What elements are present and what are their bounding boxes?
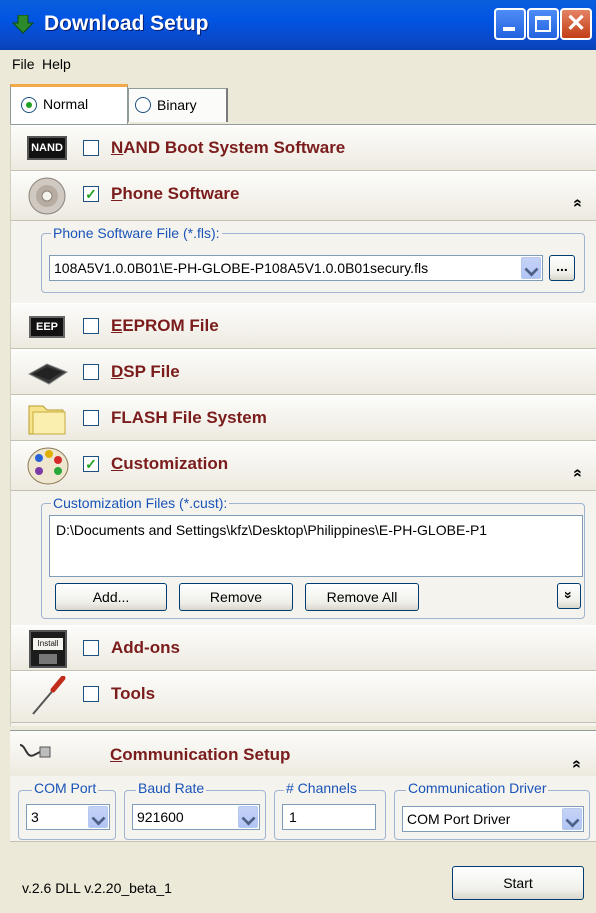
- tools-checkbox[interactable]: [83, 686, 99, 702]
- chevron-double-down-icon: »: [560, 591, 577, 599]
- phone-checkbox[interactable]: ✓: [83, 186, 99, 202]
- tab-binary[interactable]: Binary: [128, 88, 228, 122]
- section-addons[interactable]: Install Add-ons: [11, 625, 596, 671]
- section-phone-software[interactable]: ✓ Phone Software »: [11, 171, 596, 221]
- tab-normal[interactable]: Normal: [10, 84, 128, 124]
- install-disk-icon: Install: [29, 630, 67, 668]
- chevron-down-icon[interactable]: [562, 808, 582, 830]
- custom-files-list[interactable]: D:\Documents and Settings\kfz\Desktop\Ph…: [49, 515, 583, 577]
- chevron-down-icon[interactable]: [238, 806, 258, 828]
- section-eeprom[interactable]: EEP EEPROM File: [11, 303, 596, 349]
- minimize-icon: [503, 27, 515, 31]
- channels-label: # Channels: [284, 780, 359, 796]
- com-port-select[interactable]: 3: [26, 804, 110, 830]
- custom-collapse-icon[interactable]: »: [568, 469, 586, 478]
- menu-bar: File Help: [0, 50, 596, 78]
- maximize-icon: [535, 16, 551, 32]
- normal-tab-panel: NAND NAND Boot System Software ✓ Phone S…: [10, 124, 596, 726]
- version-label: v.2.6 DLL v.2.20_beta_1: [22, 880, 172, 896]
- eeprom-checkbox[interactable]: [83, 318, 99, 334]
- dsp-checkbox[interactable]: [83, 364, 99, 380]
- remove-all-button[interactable]: Remove All: [305, 583, 419, 611]
- close-button[interactable]: ✕: [560, 8, 592, 40]
- tab-binary-label: Binary: [157, 97, 197, 113]
- cable-plug-icon: [19, 744, 51, 758]
- menu-file[interactable]: File: [12, 56, 35, 72]
- custom-file-item[interactable]: D:\Documents and Settings\kfz\Desktop\Ph…: [56, 522, 487, 538]
- radio-binary[interactable]: [135, 97, 151, 113]
- radio-normal[interactable]: [21, 97, 37, 113]
- custom-checkbox[interactable]: ✓: [83, 456, 99, 472]
- expand-list-button[interactable]: »: [557, 583, 581, 609]
- phone-collapse-icon[interactable]: »: [568, 199, 586, 208]
- nand-label: NAND Boot System Software: [111, 138, 346, 157]
- tab-normal-label: Normal: [43, 96, 89, 112]
- com-port-label: COM Port: [32, 780, 99, 796]
- install-icon-label: Install: [33, 638, 63, 650]
- folder-icon: [28, 405, 66, 435]
- section-communication[interactable]: Communication Setup »: [10, 730, 596, 776]
- communication-content: COM Port 3 Baud Rate 921600 # Channels 1…: [10, 776, 596, 842]
- eeprom-label: EEPROM File: [111, 316, 219, 335]
- communication-label: Communication Setup: [110, 745, 291, 764]
- screwdriver-icon: [32, 676, 66, 715]
- section-tools[interactable]: Tools: [11, 671, 596, 723]
- title-bar: Download Setup ✕: [0, 0, 596, 50]
- custom-files-group-label: Customization Files (*.cust):: [51, 495, 230, 511]
- channels-value: 1: [289, 809, 297, 825]
- cd-disc-icon: [28, 177, 66, 215]
- chevron-down-icon[interactable]: [521, 257, 541, 279]
- window-title: Download Setup: [44, 12, 209, 35]
- chevron-down-icon[interactable]: [88, 806, 108, 828]
- channels-input[interactable]: 1: [282, 804, 376, 830]
- com-port-value: 3: [31, 809, 39, 825]
- nand-checkbox[interactable]: [83, 140, 99, 156]
- section-flash[interactable]: FLASH File System: [11, 395, 596, 441]
- close-icon: ✕: [565, 10, 587, 37]
- start-button[interactable]: Start: [452, 866, 584, 900]
- menu-help[interactable]: Help: [42, 56, 71, 72]
- nand-chip-icon: NAND: [27, 136, 67, 160]
- tools-label: Tools: [111, 684, 156, 703]
- custom-label: Customization: [111, 454, 229, 473]
- phone-file-value: 108A5V1.0.0B01\E-PH-GLOBE-P108A5V1.0.0B0…: [54, 260, 429, 276]
- section-dsp[interactable]: DSP File: [11, 349, 596, 395]
- flash-label: FLASH File System: [111, 408, 267, 427]
- flash-checkbox[interactable]: [83, 410, 99, 426]
- download-arrow-icon: [12, 15, 34, 34]
- driver-label: Communication Driver: [406, 780, 549, 796]
- eeprom-chip-icon: EEP: [29, 316, 65, 338]
- dsp-label: DSP File: [111, 362, 180, 381]
- custom-content: Customization Files (*.cust): D:\Documen…: [11, 491, 596, 625]
- addons-checkbox[interactable]: [83, 640, 99, 656]
- minimize-button[interactable]: [494, 8, 526, 40]
- driver-select[interactable]: COM Port Driver: [402, 806, 584, 832]
- phone-content: Phone Software File (*.fls): 108A5V1.0.0…: [11, 221, 596, 303]
- section-nand[interactable]: NAND NAND Boot System Software: [11, 125, 596, 171]
- baud-rate-label: Baud Rate: [136, 780, 207, 796]
- phone-label: Phone Software: [111, 184, 240, 203]
- palette-icon: [27, 447, 69, 485]
- add-button[interactable]: Add...: [55, 583, 167, 611]
- browse-button[interactable]: ...: [549, 255, 575, 281]
- baud-rate-value: 921600: [137, 809, 184, 825]
- driver-value: COM Port Driver: [407, 811, 511, 827]
- communication-collapse-icon[interactable]: »: [567, 760, 585, 769]
- maximize-button[interactable]: [527, 8, 559, 40]
- section-customization[interactable]: ✓ Customization »: [11, 441, 596, 491]
- addons-label: Add-ons: [111, 638, 180, 657]
- dsp-chip-icon: [27, 363, 69, 385]
- phone-file-select[interactable]: 108A5V1.0.0B01\E-PH-GLOBE-P108A5V1.0.0B0…: [49, 255, 543, 281]
- phone-file-group-label: Phone Software File (*.fls):: [51, 225, 222, 241]
- remove-button[interactable]: Remove: [179, 583, 293, 611]
- baud-rate-select[interactable]: 921600: [132, 804, 260, 830]
